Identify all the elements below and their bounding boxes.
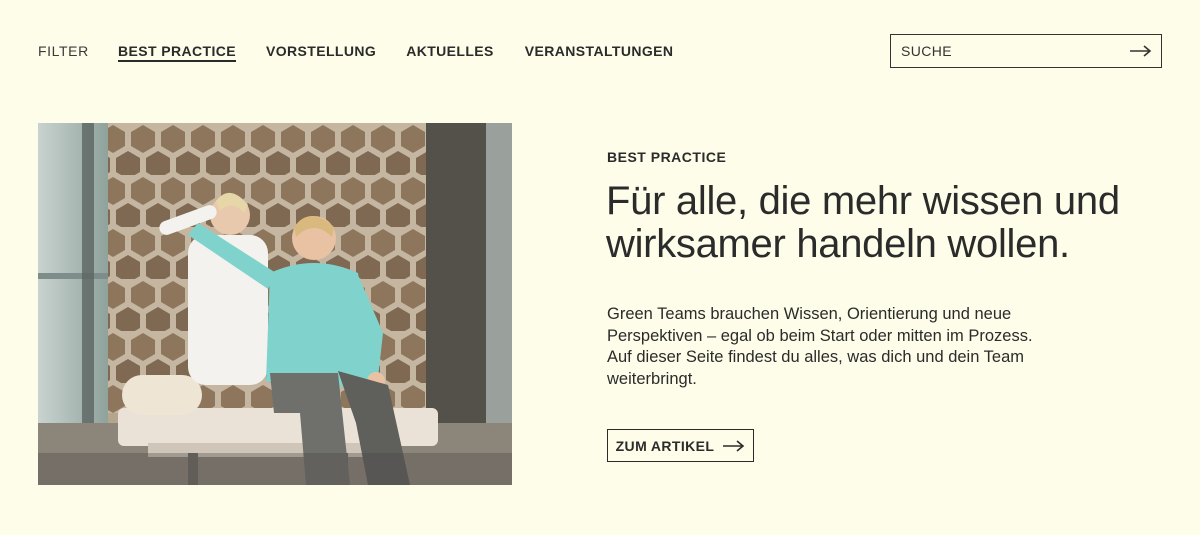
read-article-button[interactable]: ZUM ARTIKEL bbox=[607, 429, 754, 462]
arrow-right-icon bbox=[723, 439, 745, 452]
nav-link-veranstaltungen[interactable]: VERANSTALTUNGEN bbox=[525, 43, 674, 59]
search-input[interactable] bbox=[891, 35, 1121, 67]
filter-toggle[interactable]: FILTER bbox=[38, 43, 89, 59]
teaser-line: weiterbringt. bbox=[607, 369, 697, 388]
physiotherapy-photo bbox=[38, 123, 512, 485]
article-headline: Für alle, die mehr wissen und wirksamer … bbox=[606, 179, 1120, 266]
teaser-line: Auf dieser Seite findest du alles, was d… bbox=[607, 348, 1025, 366]
read-article-label: ZUM ARTIKEL bbox=[615, 437, 715, 454]
search-submit-button[interactable] bbox=[1121, 35, 1161, 67]
nav-link-best-practice[interactable]: BEST PRACTICE bbox=[118, 43, 236, 59]
teaser-line: Green Teams brauchen Wissen, Orientierun… bbox=[607, 305, 1012, 323]
nav-link-vorstellung[interactable]: VORSTELLUNG bbox=[266, 43, 376, 59]
nav-link-aktuelles[interactable]: AKTUELLES bbox=[406, 43, 494, 59]
teaser-line: Perspektiven – egal ob beim Start oder m… bbox=[607, 326, 1033, 345]
article-category: BEST PRACTICE bbox=[607, 149, 727, 165]
article-teaser: Green Teams brauchen Wissen, Orientierun… bbox=[607, 304, 1077, 390]
category-nav: BEST PRACTICE VORSTELLUNG AKTUELLES VERA… bbox=[118, 43, 703, 59]
article-image bbox=[38, 123, 512, 485]
arrow-right-icon bbox=[1130, 45, 1152, 57]
search-box bbox=[890, 34, 1162, 68]
page: FILTER BEST PRACTICE VORSTELLUNG AKTUELL… bbox=[0, 0, 1200, 535]
